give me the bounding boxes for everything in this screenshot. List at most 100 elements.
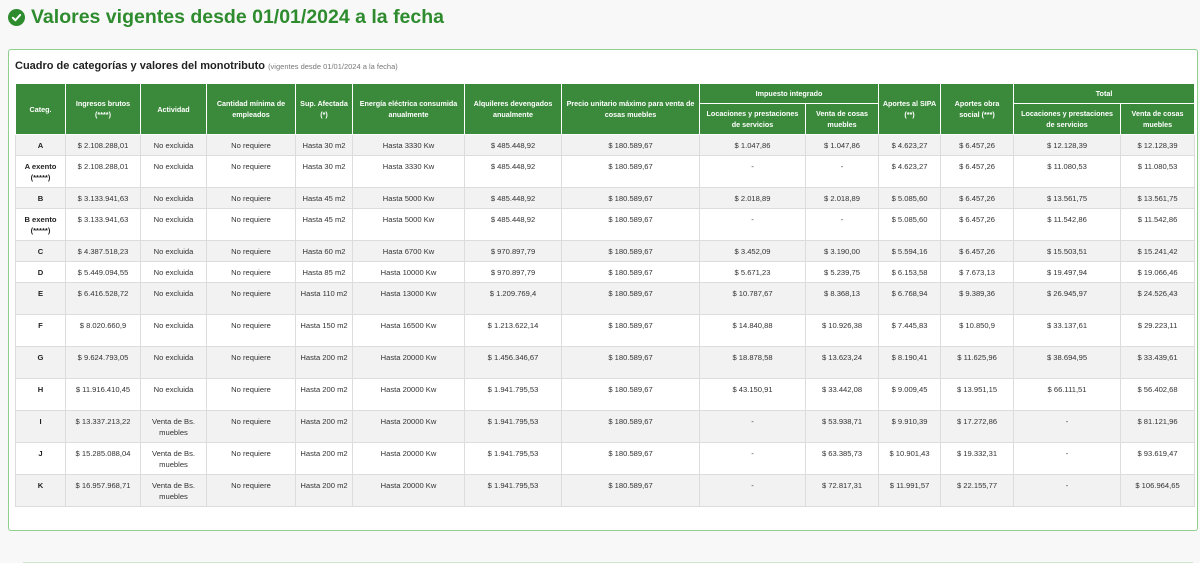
category-cell: H <box>15 378 66 411</box>
table-cell: $ 6.768,94 <box>878 282 942 315</box>
monotributo-panel: Cuadro de categorías y valores del monot… <box>8 49 1198 563</box>
table-cell: $ 19.497,94 <box>1013 261 1122 283</box>
table-cell: Hasta 200 m2 <box>295 442 353 475</box>
table-cell: $ 11.991,57 <box>878 474 942 507</box>
table-cell: $ 13.561,75 <box>1120 187 1196 209</box>
monotributo-table: Categ. Ingresos brutos (****) Actividad … <box>15 83 1196 507</box>
table-cell: $ 12.128,39 <box>1013 134 1122 156</box>
table-cell: No excluida <box>140 261 207 283</box>
table-cell: Hasta 85 m2 <box>295 261 353 283</box>
table-cell: $ 3.452,09 <box>699 240 806 262</box>
table-cell: $ 11.542,86 <box>1013 208 1122 241</box>
table-cell: $ 19.066,46 <box>1120 261 1196 283</box>
table-cell: $ 1.047,86 <box>804 134 880 156</box>
table-cell: $ 11.080,53 <box>1120 155 1196 188</box>
table-cell: No requiere <box>206 314 296 347</box>
table-cell: $ 5.594,16 <box>878 240 942 262</box>
table-cell: $ 33.137,61 <box>1013 314 1122 347</box>
col-header: Precio unitario máximo para venta de cos… <box>561 83 700 135</box>
table-cell: $ 180.589,67 <box>561 474 700 507</box>
table-cell: $ 485.448,92 <box>464 208 562 241</box>
table-cell: $ 8.190,41 <box>878 346 942 379</box>
table-cell: - <box>699 208 806 241</box>
table-cell: Venta de Bs. muebles <box>140 442 207 475</box>
table-cell: $ 180.589,67 <box>561 240 700 262</box>
table-cell: $ 1.941.795,53 <box>464 410 562 443</box>
table-cell: Hasta 45 m2 <box>295 187 353 209</box>
table-cell: $ 15.241,42 <box>1120 240 1196 262</box>
table-cell: - <box>1013 474 1122 507</box>
table-cell: Venta de Bs. muebles <box>140 474 207 507</box>
table-cell: $ 9.009,45 <box>878 378 942 411</box>
table-cell: $ 485.448,92 <box>464 155 562 188</box>
table-cell: No requiere <box>206 378 296 411</box>
table-cell: $ 485.448,92 <box>464 134 562 156</box>
category-cell: J <box>15 442 66 475</box>
table-body: A $ 2.108.288,01 No excluida No requiere Has… <box>15 134 1196 507</box>
category-cell: G <box>15 346 66 379</box>
table-cell: - <box>699 410 806 443</box>
category-cell: D <box>15 261 66 283</box>
table-cell: - <box>1013 410 1122 443</box>
table-cell: $ 2.018,89 <box>804 187 880 209</box>
table-row: F $ 8.020.660,9 No excluida No requiere Hast… <box>15 314 1196 347</box>
table-cell: $ 180.589,67 <box>561 314 700 347</box>
table-cell: No requiere <box>206 442 296 475</box>
table-cell: $ 106.964,65 <box>1120 474 1196 507</box>
table-cell: - <box>804 208 880 241</box>
col-header: Aportes obra social (***) <box>940 83 1015 135</box>
col-header: Cantidad mínima de empleados <box>206 83 296 135</box>
table-cell: $ 8.368,13 <box>804 282 880 315</box>
table-cell: $ 18.878,58 <box>699 346 806 379</box>
table-cell: Hasta 200 m2 <box>295 474 353 507</box>
table-cell: Hasta 20000 Kw <box>352 346 465 379</box>
panel-subtitle: (vigentes desde 01/01/2024 a la fecha) <box>268 62 398 71</box>
table-cell: $ 12.128,39 <box>1120 134 1196 156</box>
table-cell: $ 6.457,26 <box>940 187 1015 209</box>
table-cell: $ 2.108.288,01 <box>65 155 141 188</box>
table-cell: Hasta 6700 Kw <box>352 240 465 262</box>
table-cell: $ 13.623,24 <box>804 346 880 379</box>
table-cell: $ 6.457,26 <box>940 134 1015 156</box>
table-cell: $ 14.840,88 <box>699 314 806 347</box>
table-cell: $ 6.457,26 <box>940 240 1015 262</box>
table-cell: Hasta 10000 Kw <box>352 261 465 283</box>
table-cell: $ 3.190,00 <box>804 240 880 262</box>
table-cell: $ 11.080,53 <box>1013 155 1122 188</box>
table-cell: $ 9.624.793,05 <box>65 346 141 379</box>
table-cell: No excluida <box>140 134 207 156</box>
table-row: B $ 3.133.941,63 No excluida No requiere Has… <box>15 187 1196 209</box>
table-cell: $ 6.457,26 <box>940 155 1015 188</box>
table-cell: $ 1.047,86 <box>699 134 806 156</box>
table-cell: $ 10.850,9 <box>940 314 1015 347</box>
table-cell: No excluida <box>140 314 207 347</box>
page-title-text: Valores vigentes desde 01/01/2024 a la f… <box>31 6 445 28</box>
table-cell: $ 5.085,60 <box>878 187 942 209</box>
table-cell: Hasta 60 m2 <box>295 240 353 262</box>
table-cell: $ 1.456.346,67 <box>464 346 562 379</box>
table-cell: $ 15.285.088,04 <box>65 442 141 475</box>
col-header: Locaciones y prestaciones de servicios <box>699 103 806 135</box>
table-cell: $ 26.945,97 <box>1013 282 1122 315</box>
category-cell: E <box>15 282 66 315</box>
table-cell: Hasta 200 m2 <box>295 410 353 443</box>
table-cell: No requiere <box>206 187 296 209</box>
table-cell: No requiere <box>206 346 296 379</box>
col-header: Ingresos brutos (****) <box>65 83 141 135</box>
table-cell: No excluida <box>140 240 207 262</box>
table-cell: $ 4.387.518,23 <box>65 240 141 262</box>
table-cell: $ 180.589,67 <box>561 442 700 475</box>
table-cell: $ 72.817,31 <box>804 474 880 507</box>
table-cell: $ 13.561,75 <box>1013 187 1122 209</box>
table-cell: Hasta 20000 Kw <box>352 442 465 475</box>
panel-header: Cuadro de categorías y valores del monot… <box>9 50 1197 82</box>
table-cell: $ 22.155,77 <box>940 474 1015 507</box>
table-cell: Hasta 200 m2 <box>295 346 353 379</box>
table-cell: $ 970.897,79 <box>464 261 562 283</box>
table-row: D $ 5.449.094,55 No excluida No requiere Has… <box>15 261 1196 283</box>
table-cell: $ 11.916.410,45 <box>65 378 141 411</box>
check-circle-icon <box>8 9 25 26</box>
table-row: H $ 11.916.410,45 No excluida No requiere Ha… <box>15 378 1196 411</box>
table-cell: Hasta 200 m2 <box>295 378 353 411</box>
table-cell: $ 5.085,60 <box>878 208 942 241</box>
